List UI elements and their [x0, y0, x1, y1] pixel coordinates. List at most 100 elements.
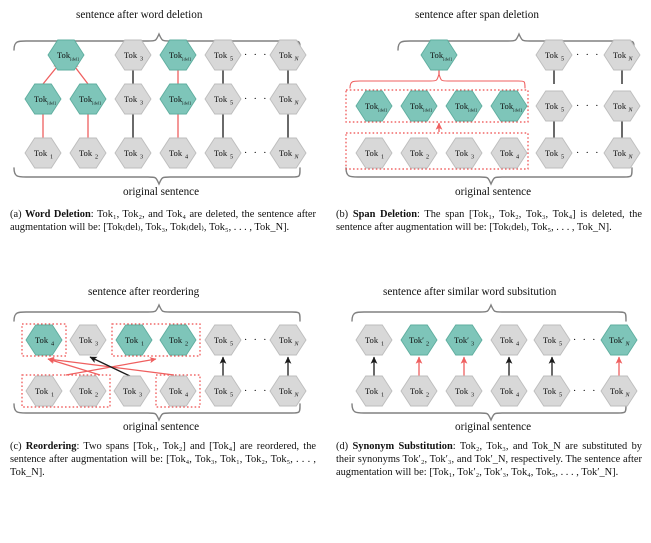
subfig-b-bottom-token-2-label: Tok [455, 148, 469, 158]
subfig-b-bottom-token-3-label: Tok [500, 148, 514, 158]
subfig-c-bottom-token-3-subscript: 4 [185, 392, 188, 399]
subfig-d-top-token-4-subscript: 5 [559, 341, 562, 348]
subfig-d-top-token-1-subscript: 2 [426, 341, 429, 348]
subfig-a-middle-token-0-label: Tok [34, 94, 48, 104]
subfig-b-middle-token-0-label: Tok [365, 101, 379, 111]
subfig-b-bottom-token-0-label: Tok [365, 148, 379, 158]
subfig-b-bottom-token-6-label: Tok [613, 148, 627, 158]
subfig-d-top-token-2-subscript: 3 [471, 341, 474, 348]
subfig-a-middle-token-4-label: Tok [214, 94, 228, 104]
subfig-b-middle-token-1-subscript: [del] [423, 108, 432, 113]
subfig-c-top-token-4-subscript: 5 [230, 341, 233, 348]
subfig-d-bottom-token-6-label: Tok [610, 386, 624, 396]
subfig-d-top-token-1-label: Tok′ [409, 335, 424, 345]
subfig-c-bottom-token-1-subscript: 2 [95, 392, 98, 399]
subfig-a-middle-token-3-subscript: [del] [182, 101, 191, 106]
subfig-d-top-token-0-subscript: 1 [381, 341, 384, 348]
subfig-b-middle-token-4-subscript: 5 [561, 107, 564, 114]
subfig-d-top-token-3-subscript: 4 [516, 341, 519, 348]
subfig-c-top-title: sentence after reordering [88, 286, 200, 298]
subfig-c-caption: (c) Reordering: Two spans [Tok₁, Tok₂] a… [10, 440, 316, 480]
subfig-a-top-token-1-subscript: 3 [140, 56, 143, 63]
subfig-a-top-token-0-label: Tok [57, 50, 71, 60]
subfig-c-bottom-token-6-subscript: N [293, 392, 299, 399]
subfig-a-diagram: Tok 1 Tok 2 Tok 3 Tok 4 Tok 5 · · · Tok N Tok [del] Tok… [8, 22, 318, 197]
subfig-d-top-token-6-label: Tok′ [609, 335, 624, 345]
subfig-d-top-token-3-label: Tok [500, 335, 514, 345]
subfig-b-bottom-token-1-label: Tok [410, 148, 424, 158]
subfig-c-top-token-6-subscript: N [293, 341, 299, 348]
subfig-d-diagram: Tok 1 Tok 2 Tok 3 Tok 4 Tok 5 · · · Tok N Tok 1 Tok′ 2 To… [334, 299, 644, 429]
subfig-b-top-title: sentence after span deletion [415, 9, 539, 21]
subfig-c-diagram: Tok 1 Tok 2 Tok 3 Tok 4 Tok 5 · · · Tok N Tok 4 Tok 3 Tok… [8, 299, 318, 429]
subfig-a-top-token-3-subscript: 5 [230, 56, 233, 63]
subfig-d-bottom-token-6-subscript: N [624, 392, 630, 399]
subfig-c-top-token-3-label: Tok [169, 335, 183, 345]
subfig-d-top-token-0-label: Tok [365, 335, 379, 345]
subfig-c-top-token-4-label: Tok [214, 335, 228, 345]
subfig-a-bottom-title: original sentence [123, 186, 200, 198]
subfig-b-middle-token-3-subscript: [del] [513, 108, 522, 113]
subfig-c-bottom-token-4-label: Tok [214, 386, 228, 396]
subfig-b-middle-token-1-label: Tok [410, 101, 424, 111]
subfig-d-top-token-4-label: Tok [543, 335, 557, 345]
subfig-a-top-token-5-label: Tok [279, 50, 293, 60]
subfig-d-bottom-title: original sentence [455, 421, 532, 433]
subfig-a-middle-token-1-label: Tok [79, 94, 93, 104]
subfig-d-top-token-6-subscript: N [624, 341, 630, 348]
subfig-d-caption-title: Synonym Substitution [352, 441, 453, 452]
subfig-b-bottom-token-5-ellipsis: · · · [576, 147, 601, 159]
subfig-a-bottom-token-3-label: Tok [169, 148, 183, 158]
subfig-a-middle-token-2-label: Tok [124, 94, 138, 104]
subfig-c-top-token-0-label: Tok [35, 335, 49, 345]
subfig-b-bottom-token-2-subscript: 3 [471, 154, 474, 161]
subfig-c-top-token-2-label: Tok [125, 335, 139, 345]
subfig-c-bottom-token-6-label: Tok [279, 386, 293, 396]
subfig-c-top-token-3-subscript: 2 [185, 341, 188, 348]
subfig-b-middle-token-5-ellipsis: · · · [576, 100, 601, 112]
subfig-a-top-token-4-ellipsis: · · · [244, 49, 269, 61]
subfig-a-top-token-3-label: Tok [214, 50, 228, 60]
subfig-b-middle-token-6-subscript: N [627, 107, 633, 114]
subfig-c-caption-prefix: (c) [10, 441, 22, 452]
subfig-b-top-token-0-subscript: [del] [443, 57, 452, 62]
subfig-c-bottom-token-1-label: Tok [79, 386, 93, 396]
subfig-a-middle-token-2-subscript: 3 [140, 100, 143, 107]
subfig-c-bottom-token-4-subscript: 5 [230, 392, 233, 399]
subfig-b-middle-token-3-label: Tok [500, 101, 514, 111]
subfig-b-top-token-3-label: Tok [613, 50, 627, 60]
subfig-d-bottom-token-1-label: Tok [410, 386, 424, 396]
subfig-b-bottom-token-3-subscript: 4 [516, 154, 519, 161]
subfig-d-bottom-token-0-label: Tok [365, 386, 379, 396]
subfig-a-bottom-token-4-label: Tok [214, 148, 228, 158]
subfig-d-top-token-2-label: Tok′ [454, 335, 469, 345]
subfig-d-caption-prefix: (d) [336, 441, 349, 452]
subfig-b-bottom-token-1-subscript: 2 [426, 154, 429, 161]
subfig-b-diagram: Tok 1 Tok 2 Tok 3 Tok 4 Tok 5 · · · Tok N Tok [del] Tok… [334, 22, 644, 197]
subfig-c-top-token-5-ellipsis: · · · [244, 334, 269, 346]
subfig-b-caption-prefix: (b) [336, 209, 349, 220]
subfig-b-caption: (b) Span Deletion: The span [Tok₁, Tok₂,… [336, 208, 642, 234]
subfig-d-bottom-token-3-subscript: 4 [516, 392, 519, 399]
subfig-a-top-token-1-label: Tok [124, 50, 138, 60]
subfig-d-bottom-token-2-subscript: 3 [471, 392, 474, 399]
subfig-b-bottom-token-0-subscript: 1 [381, 154, 384, 161]
subfig-a-middle-token-5-ellipsis: · · · [244, 93, 269, 105]
subfig-a-middle-token-1-subscript: [del] [92, 101, 101, 106]
subfig-d-top-token-5-ellipsis: · · · [573, 334, 598, 346]
subfig-b-middle-token-0-subscript: [del] [378, 108, 387, 113]
subfig-a-middle-token-4-subscript: 5 [230, 100, 233, 107]
subfig-a-middle-token-3-label: Tok [169, 94, 183, 104]
subfig-a-top-token-5-subscript: N [293, 56, 299, 63]
subfig-b-caption-title: Span Deletion [352, 209, 417, 220]
subfig-a-middle-token-6-label: Tok [279, 94, 293, 104]
subfig-b-bottom-token-4-label: Tok [545, 148, 559, 158]
subfig-c-bottom-token-0-subscript: 1 [51, 392, 54, 399]
subfig-b-middle-token-4-label: Tok [545, 101, 559, 111]
subfig-c-top-token-0-subscript: 4 [51, 341, 54, 348]
subfig-a-bottom-token-1-subscript: 2 [95, 154, 98, 161]
subfig-a-bottom-token-6-subscript: N [293, 154, 299, 161]
subfig-c-top-token-1-subscript: 3 [95, 341, 98, 348]
subfig-c-top-token-2-subscript: 1 [141, 341, 144, 348]
subfig-d-bottom-token-2-label: Tok [455, 386, 469, 396]
